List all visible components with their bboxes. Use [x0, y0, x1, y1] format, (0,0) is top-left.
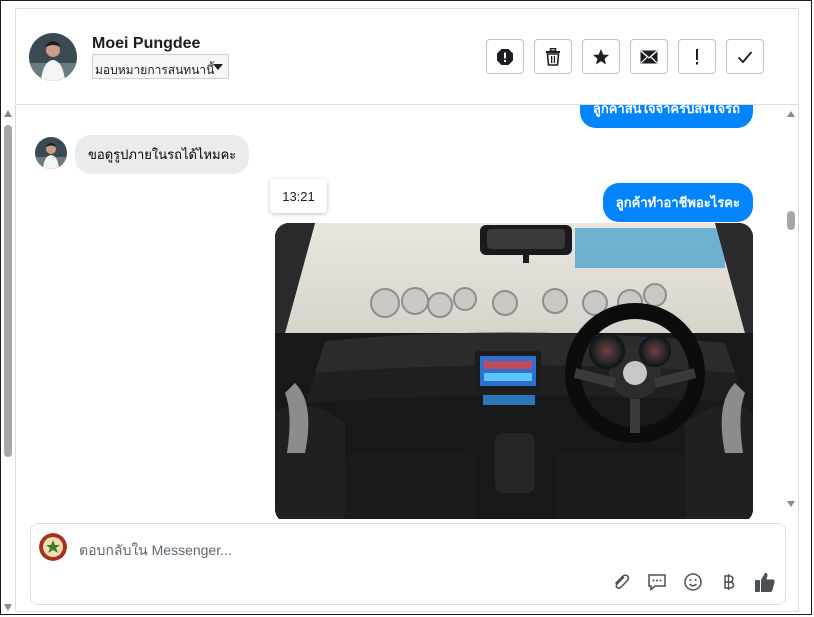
message-text: ขอดูรูปภายในรถได้ไหมคะ	[88, 147, 237, 162]
incoming-message-bubble[interactable]: ขอดูรูปภายในรถได้ไหมคะ	[75, 135, 250, 174]
contact-name[interactable]: Moei Pungdee	[92, 35, 200, 53]
mark-spam-button[interactable]	[486, 39, 524, 74]
scroll-up-arrow-icon[interactable]	[787, 111, 795, 117]
scroll-up-arrow-icon[interactable]	[4, 110, 12, 117]
trash-icon	[545, 47, 561, 66]
like-thumbs-up-icon[interactable]	[753, 570, 777, 594]
assign-conversation-dropdown[interactable]: มอบหมายการสนทนานี้	[92, 54, 229, 79]
scroll-down-arrow-icon[interactable]	[4, 604, 12, 611]
envelope-icon	[640, 49, 658, 64]
attachment-paperclip-icon[interactable]	[609, 570, 633, 594]
checkmark-icon	[737, 50, 753, 64]
thread-scrollbar[interactable]	[784, 105, 798, 519]
assign-conversation-label: มอบหมายการสนทนานี้	[95, 63, 215, 77]
star-button[interactable]	[582, 39, 620, 74]
contact-avatar-small[interactable]	[35, 137, 67, 169]
page-avatar	[39, 533, 67, 561]
message-timestamp: 13:21	[270, 179, 327, 213]
payment-baht-icon[interactable]	[717, 570, 741, 594]
emoji-smiley-icon[interactable]	[681, 570, 705, 594]
exclamation-icon	[694, 48, 700, 66]
delete-button[interactable]	[534, 39, 572, 74]
mark-done-button[interactable]	[726, 39, 764, 74]
page-scrollbar[interactable]	[1, 110, 15, 615]
mark-unread-button[interactable]	[630, 39, 668, 74]
message-thread[interactable]: ลูกค้าสนใจจำครับสนใจรถ ขอดูรูปภายในรถได้…	[16, 105, 798, 519]
saved-replies-chat-icon[interactable]	[645, 570, 669, 594]
reply-composer[interactable]: ตอบกลับใน Messenger...	[30, 523, 786, 605]
message-text: ลูกค้าทำอาชีพอะไรคะ	[615, 195, 740, 210]
alert-octagon-icon	[496, 48, 514, 66]
chevron-down-icon	[213, 64, 223, 70]
star-icon	[592, 48, 610, 66]
contact-avatar[interactable]	[29, 33, 77, 81]
conversation-header: Moei Pungdee มอบหมายการสนทนานี้	[16, 9, 798, 105]
message-text: ลูกค้าสนใจจำครับสนใจรถ	[592, 105, 740, 116]
scroll-down-arrow-icon[interactable]	[787, 501, 795, 507]
scrollbar-thumb[interactable]	[787, 211, 795, 230]
composer-actions	[609, 570, 777, 594]
car-interior-photo[interactable]	[275, 223, 753, 519]
follow-up-button[interactable]	[678, 39, 716, 74]
reply-input[interactable]: ตอบกลับใน Messenger...	[79, 540, 232, 562]
conversation-panel: Moei Pungdee มอบหมายการสนทนานี้ ลูกค้าสน…	[15, 8, 799, 612]
outgoing-message-bubble[interactable]: ลูกค้าทำอาชีพอะไรคะ	[602, 183, 753, 222]
outgoing-message-bubble[interactable]: ลูกค้าสนใจจำครับสนใจรถ	[579, 105, 753, 128]
scrollbar-thumb[interactable]	[4, 125, 12, 457]
